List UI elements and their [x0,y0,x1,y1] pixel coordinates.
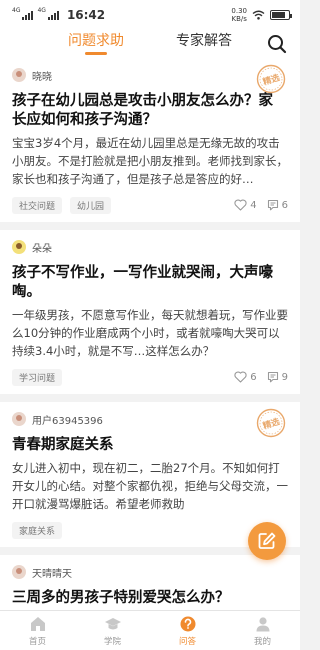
nav-home-label: 首页 [28,636,46,647]
avatar[interactable] [12,565,26,579]
question-title[interactable]: 孩子不写作业，一写作业就哭闹，大声嚎啕。 [12,264,288,302]
net-speed: 0.30 KB/s [231,7,247,23]
nav-home[interactable]: 首页 [0,611,75,650]
question-title[interactable]: 三周多的男孩子特别爱哭怎么办？ [12,589,288,608]
net-speed-unit: KB/s [231,15,247,23]
nav-profile-label: 我的 [253,636,271,647]
topic-tag[interactable]: 社交问题 [12,196,63,214]
net-speed-value: 0.30 [231,7,247,15]
question-title[interactable]: 孩子在幼儿园总是攻击小朋友怎么办？家长应如何和孩子沟通？ [12,92,288,130]
status-left: 4G 4G 16:42 [12,7,106,23]
question-stats: 4 6 [234,199,288,211]
qa-icon [180,616,195,631]
post-author[interactable]: 天晴晴天 [12,563,288,581]
clock: 16:42 [66,8,106,22]
tab-expert-answers[interactable]: 专家解答 [176,30,232,58]
like-count: 6 [250,371,257,383]
status-right: 0.30 KB/s [231,7,292,23]
tab-questions[interactable]: 问题求助 [68,30,124,58]
question-meta: 社交问题 幼儿园 4 6 [12,196,288,214]
topic-tag[interactable]: 家庭关系 [12,521,63,539]
comment-count: 6 [281,199,288,211]
nav-qa-label: 问答 [178,636,196,647]
like-button[interactable]: 4 [234,199,257,211]
question-meta: 家庭关系 [12,521,288,539]
comment-icon [267,199,278,211]
graduation-cap-icon [104,617,121,629]
home-icon [30,616,45,631]
username: 用户63945396 [32,415,103,427]
edit-icon [258,532,276,549]
username: 天晴晴天 [32,568,72,580]
post-author[interactable]: 朵朵 [12,238,288,256]
wifi-icon [252,10,265,20]
comment-icon [267,371,278,383]
signal-icon-2 [47,10,59,20]
heart-icon [234,199,247,211]
question-body[interactable]: 女儿进入初中，现在初二，二胎27个月。不知如何打开女儿的心结。对整个家都仇视，拒… [12,459,288,513]
ask-question-button[interactable] [248,522,286,560]
nav-academy-label: 学院 [103,636,121,647]
heart-icon [234,371,247,383]
user-icon [256,616,269,631]
question-meta: 学习问题 6 9 [12,368,288,386]
question-title[interactable]: 青春期家庭关系 [12,436,288,455]
featured-badge-label: 精选 [262,72,282,88]
avatar[interactable] [12,240,26,254]
like-count: 4 [250,199,257,211]
question-card[interactable]: 天晴晴天 三周多的男孩子特别爱哭怎么办？ [0,555,300,610]
avatar[interactable] [12,412,26,426]
comment-count: 9 [281,371,288,383]
search-icon[interactable] [266,33,288,55]
question-body[interactable]: 一年级男孩，不愿意写作业，每天就想着玩，写作业要么10分钟的作业磨成两个小时，或… [12,306,288,360]
topic-tag[interactable]: 幼儿园 [70,196,112,214]
featured-badge-icon: 精选 [256,64,286,94]
nav-profile[interactable]: 我的 [225,611,300,650]
question-card[interactable]: 朵朵 孩子不写作业，一写作业就哭闹，大声嚎啕。 一年级男孩，不愿意写作业，每天就… [0,230,300,394]
battery-level [272,12,285,18]
question-card[interactable]: 晓晓 精选 孩子在幼儿园总是攻击小朋友怎么办？家长应如何和孩子沟通？ 宝宝3岁4… [0,58,300,222]
signal-icon [22,10,34,20]
post-author[interactable]: 用户63945396 [12,410,288,428]
comment-button[interactable]: 6 [267,199,288,211]
like-button[interactable]: 6 [234,371,257,383]
topic-tag[interactable]: 学习问题 [12,368,63,386]
network-type-2: 4G [37,7,46,14]
username: 晓晓 [32,71,52,83]
post-author[interactable]: 晓晓 [12,66,288,84]
question-body[interactable]: 宝宝3岁4个月，最近在幼儿园里总是无缘无故的攻击小朋友。不是打脸就是把小朋友推到… [12,134,288,188]
nav-academy[interactable]: 学院 [75,611,150,650]
question-stats: 6 9 [234,371,288,383]
network-type-1: 4G [12,7,21,14]
username: 朵朵 [32,243,52,255]
battery-icon [270,10,292,20]
nav-qa[interactable]: 问答 [150,611,225,650]
avatar[interactable] [12,68,26,82]
status-bar: 4G 4G 16:42 0.30 KB/s [0,0,300,30]
featured-badge-icon: 精选 [256,408,286,438]
bottom-nav: 首页 学院 问答 我的 [0,610,300,650]
featured-badge-label: 精选 [262,416,282,432]
comment-button[interactable]: 9 [267,371,288,383]
top-tab-bar: 问题求助 专家解答 [0,30,300,58]
